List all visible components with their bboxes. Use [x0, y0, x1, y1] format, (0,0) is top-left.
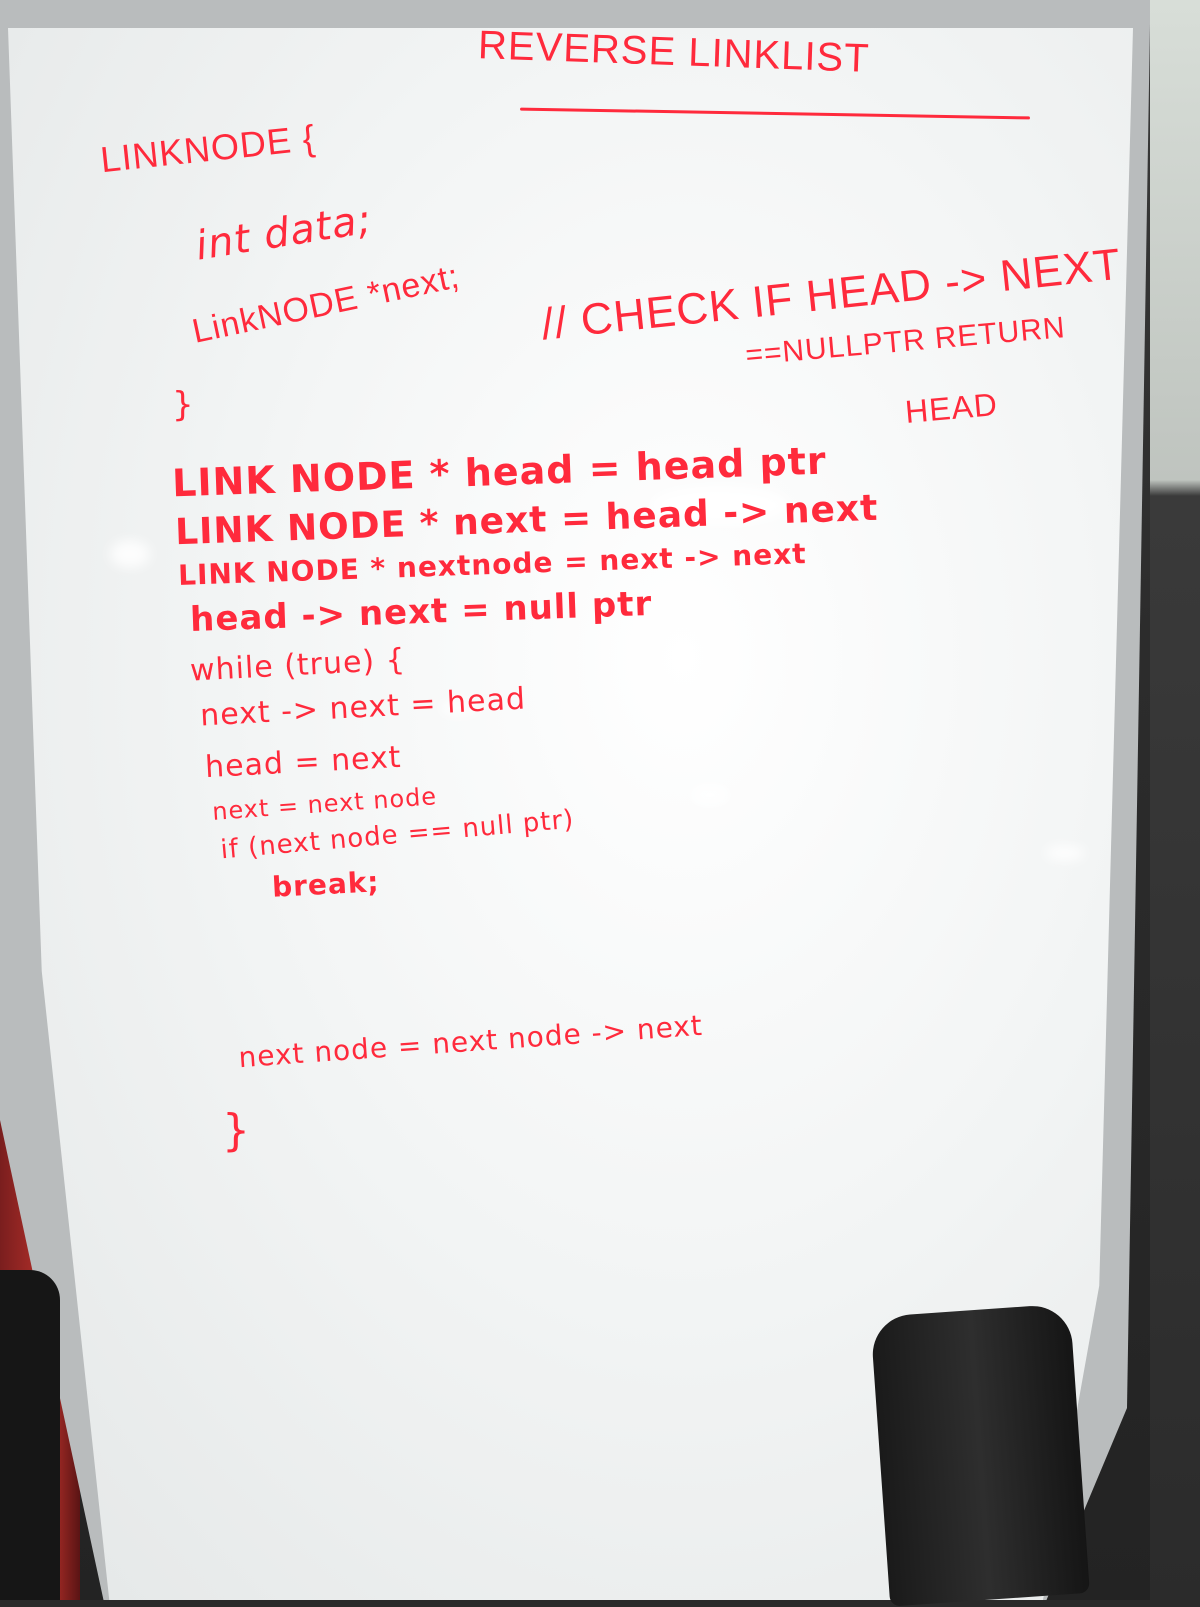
office-wall	[1150, 0, 1200, 1600]
struct-line: }	[172, 385, 195, 425]
office-chair	[870, 1303, 1090, 1607]
light-glare	[690, 785, 730, 805]
light-glare	[110, 540, 150, 568]
code-line: break;	[271, 865, 381, 904]
chair-back-left	[0, 1270, 60, 1600]
code-line: }	[222, 1105, 251, 1156]
light-glare	[1045, 845, 1085, 861]
